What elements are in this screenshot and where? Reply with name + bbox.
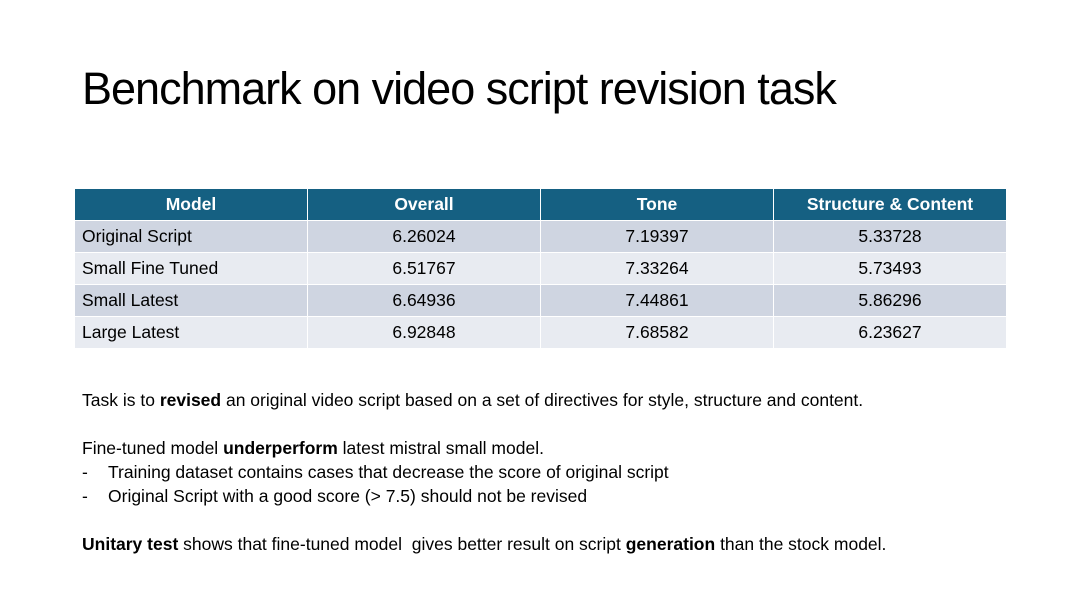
task-description: Task is to revised an original video scr… [82,388,1072,412]
task-text-pre: Task is to [82,390,160,410]
header-tone: Tone [540,188,774,221]
finetune-text-post: latest mistral small model. [337,438,544,458]
benchmark-table: Model Overall Tone Structure & Content O… [74,188,1007,349]
bullet-dash: - [82,486,88,506]
bullet-text: Original Script with a good score (> 7.5… [108,486,588,506]
bullet-text: Training dataset contains cases that dec… [108,462,669,482]
cell-structure: 6.23627 [773,316,1007,349]
cell-structure: 5.73493 [773,252,1007,285]
cell-tone: 7.19397 [540,220,774,253]
bullet-item: - Training dataset contains cases that d… [82,460,1072,484]
cell-overall: 6.92848 [307,316,541,349]
table-header-row: Model Overall Tone Structure & Content [74,188,1007,221]
slide-title: Benchmark on video script revision task [82,63,837,114]
table-row: Large Latest 6.92848 7.68582 6.23627 [74,316,1007,349]
table-row: Small Latest 6.64936 7.44861 5.86296 [74,284,1007,317]
cell-tone: 7.68582 [540,316,774,349]
header-overall: Overall [307,188,541,221]
cell-model: Small Latest [74,284,308,317]
table-row: Original Script 6.26024 7.19397 5.33728 [74,220,1007,253]
unitary-text-mid: shows that fine-tuned model gives better… [178,534,626,554]
cell-overall: 6.64936 [307,284,541,317]
unitary-text-bold1: Unitary test [82,534,179,554]
header-structure-content: Structure & Content [773,188,1007,221]
unitary-text-bold2: generation [625,534,716,554]
cell-model: Small Fine Tuned [74,252,308,285]
header-model: Model [74,188,308,221]
finetune-text-pre: Fine-tuned model [82,438,224,458]
cell-model: Large Latest [74,316,308,349]
cell-overall: 6.26024 [307,220,541,253]
cell-overall: 6.51767 [307,252,541,285]
unitary-test-note: Unitary test shows that fine-tuned model… [82,532,1072,556]
task-text-post: an original video script based on a set … [221,390,864,410]
table-row: Small Fine Tuned 6.51767 7.33264 5.73493 [74,252,1007,285]
bullet-dash: - [82,462,88,482]
task-text-bold: revised [159,390,222,410]
cell-model: Original Script [74,220,308,253]
cell-tone: 7.44861 [540,284,774,317]
bullet-item: - Original Script with a good score (> 7… [82,484,1072,508]
unitary-text-post: than the stock model. [715,534,887,554]
notes-block: Task is to revised an original video scr… [82,388,1072,556]
slide: Benchmark on video script revision task … [0,0,1080,608]
cell-structure: 5.86296 [773,284,1007,317]
cell-structure: 5.33728 [773,220,1007,253]
finetune-note: Fine-tuned model underperform latest mis… [82,436,1072,460]
finetune-text-bold: underperform [223,438,338,458]
cell-tone: 7.33264 [540,252,774,285]
